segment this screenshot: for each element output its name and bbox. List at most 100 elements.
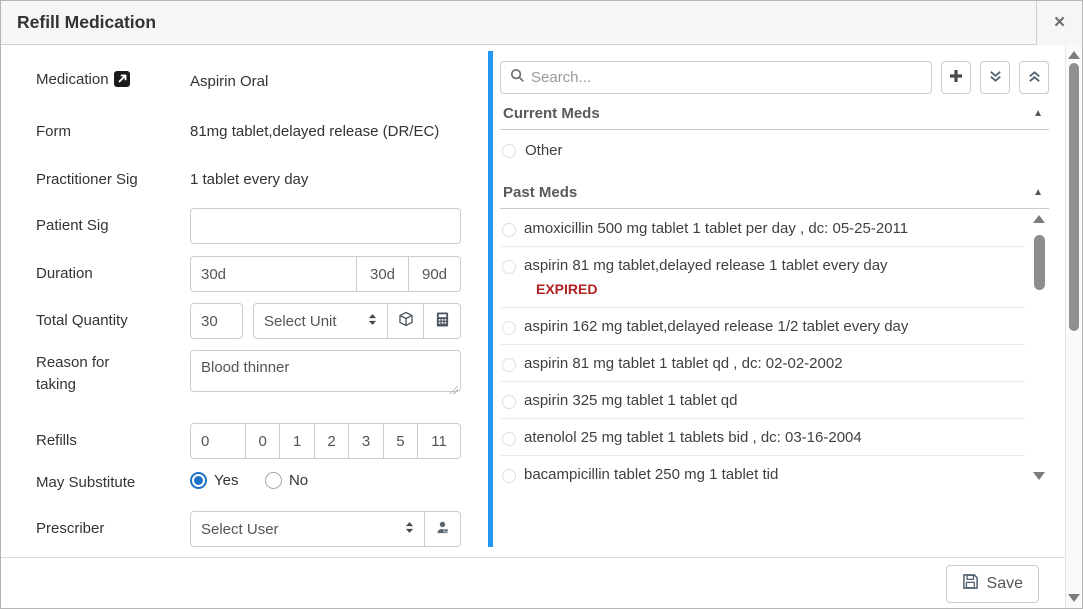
medication-history-panel: Current Meds ▲ Other Past Meds ▲ amoxici…: [488, 51, 1049, 547]
plus-icon: [948, 68, 964, 87]
radio-unchecked-icon: [502, 321, 516, 335]
radio-unchecked-icon: [265, 472, 282, 489]
form-value: 81mg tablet,delayed release (DR/EC): [190, 123, 439, 140]
scroll-up-arrow[interactable]: [1033, 215, 1045, 223]
past-med-item[interactable]: aspirin 325 mg tablet 1 tablet qd: [500, 382, 1025, 419]
search-row: [500, 61, 1049, 94]
duration-input[interactable]: [190, 256, 357, 292]
scroll-down-arrow[interactable]: [1068, 594, 1080, 602]
past-med-item[interactable]: aspirin 162 mg tablet,delayed release 1/…: [500, 308, 1025, 345]
search-input[interactable]: [531, 69, 922, 86]
radio-unchecked-icon: [502, 358, 516, 372]
total-quantity-input[interactable]: [190, 303, 243, 339]
refill-medication-dialog: Refill Medication × Medication Aspirin O…: [0, 0, 1083, 609]
scroll-up-arrow[interactable]: [1068, 51, 1080, 59]
form-row-form: Form 81mg tablet,delayed release (DR/EC): [36, 121, 461, 143]
radio-unchecked-icon: [502, 395, 516, 409]
may-substitute-label: May Substitute: [36, 472, 190, 494]
collapse-all-button[interactable]: [1019, 61, 1049, 94]
past-meds-header[interactable]: Past Meds ▲: [500, 175, 1049, 209]
total-quantity-label: Total Quantity: [36, 310, 190, 332]
dialog-header: Refill Medication ×: [1, 1, 1082, 45]
refills-preset-5-button[interactable]: 5: [383, 423, 418, 459]
form-row-practitioner-sig: Practitioner Sig 1 tablet every day: [36, 169, 461, 191]
scroll-down-arrow[interactable]: [1033, 472, 1045, 480]
substitute-yes-radio[interactable]: Yes: [190, 472, 238, 489]
search-icon: [510, 68, 525, 88]
refill-form: Medication Aspirin Oral Form 81mg tablet…: [36, 69, 461, 547]
radio-unchecked-icon: [502, 144, 516, 158]
add-medication-button[interactable]: [941, 61, 971, 94]
patient-sig-label: Patient Sig: [36, 215, 190, 237]
duration-preset-90d-button[interactable]: 90d: [408, 256, 461, 292]
save-button[interactable]: Save: [946, 565, 1039, 603]
radio-unchecked-icon: [502, 469, 516, 483]
form-row-total-quantity: Total Quantity Select Unit: [36, 303, 461, 339]
radio-unchecked-icon: [502, 260, 516, 274]
refills-preset-2-button[interactable]: 2: [314, 423, 349, 459]
duration-label: Duration: [36, 263, 190, 285]
select-caret-icon: [405, 521, 414, 538]
dialog-footer: Save: [1, 557, 1065, 608]
form-row-reason: Reason for taking Blood thinner: [36, 350, 461, 397]
radio-unchecked-icon: [502, 432, 516, 446]
package-lookup-button[interactable]: [387, 303, 424, 339]
chevron-double-up-icon: [1027, 69, 1042, 87]
refills-preset-1-button[interactable]: 1: [279, 423, 314, 459]
prescriber-select-value: Select User: [201, 521, 279, 538]
form-label: Form: [36, 121, 190, 143]
prescriber-lookup-button[interactable]: [424, 511, 461, 547]
refills-input[interactable]: [190, 423, 246, 459]
user-icon: [435, 520, 450, 539]
form-row-duration: Duration 30d 90d: [36, 256, 461, 292]
refills-preset-11-button[interactable]: 11: [417, 423, 461, 459]
expired-badge: EXPIRED: [536, 281, 888, 297]
close-button[interactable]: ×: [1036, 1, 1082, 45]
form-row-medication: Medication Aspirin Oral: [36, 69, 461, 94]
refills-label: Refills: [36, 430, 190, 452]
radio-checked-icon: [190, 472, 207, 489]
practitioner-sig-value: 1 tablet every day: [190, 171, 308, 188]
form-row-prescriber: Prescriber Select User: [36, 511, 461, 547]
duration-preset-30d-button[interactable]: 30d: [356, 256, 409, 292]
collapse-triangle-icon[interactable]: ▲: [1033, 108, 1043, 119]
radio-unchecked-icon: [502, 223, 516, 237]
collapse-triangle-icon[interactable]: ▲: [1033, 187, 1043, 198]
resize-grip-icon[interactable]: [449, 385, 458, 394]
medication-value: Aspirin Oral: [190, 73, 268, 90]
refills-preset-3-button[interactable]: 3: [348, 423, 383, 459]
past-med-item[interactable]: amoxicillin 500 mg tablet 1 tablet per d…: [500, 210, 1025, 247]
past-meds-scrollbar[interactable]: [1031, 212, 1048, 487]
scrollbar-thumb[interactable]: [1034, 235, 1045, 290]
prescriber-select[interactable]: Select User: [190, 511, 425, 547]
calculator-icon: [435, 312, 450, 331]
refills-preset-0-button[interactable]: 0: [245, 423, 280, 459]
reason-textarea[interactable]: Blood thinner: [190, 350, 461, 392]
practitioner-sig-label: Practitioner Sig: [36, 169, 190, 191]
external-link-icon[interactable]: [114, 71, 130, 94]
current-meds-header[interactable]: Current Meds ▲: [500, 96, 1049, 130]
cube-icon: [398, 311, 414, 331]
current-med-item-other[interactable]: Other: [500, 130, 1049, 172]
scrollbar-thumb[interactable]: [1069, 63, 1079, 331]
select-caret-icon: [368, 313, 377, 330]
substitute-no-radio[interactable]: No: [265, 472, 308, 489]
unit-select-value: Select Unit: [264, 313, 337, 330]
form-row-refills: Refills 0 1 2 3 5 11: [36, 423, 461, 459]
past-med-item[interactable]: atenolol 25 mg tablet 1 tablets bid , dc…: [500, 419, 1025, 456]
patient-sig-input[interactable]: [190, 208, 461, 244]
save-icon: [962, 573, 979, 595]
expand-all-button[interactable]: [980, 61, 1010, 94]
dialog-scrollbar[interactable]: [1065, 45, 1082, 608]
form-row-may-substitute: May Substitute Yes No: [36, 472, 461, 494]
past-med-item[interactable]: aspirin 81 mg tablet 1 tablet qd , dc: 0…: [500, 345, 1025, 382]
reason-label: Reason for taking: [36, 352, 190, 396]
past-med-item[interactable]: aspirin 81 mg tablet,delayed release 1 t…: [500, 247, 1025, 308]
search-box[interactable]: [500, 61, 932, 94]
unit-select[interactable]: Select Unit: [253, 303, 388, 339]
dialog-title: Refill Medication: [1, 12, 1036, 33]
past-med-item[interactable]: bacampicillin tablet 250 mg 1 tablet tid: [500, 456, 1025, 487]
calculator-button[interactable]: [423, 303, 461, 339]
chevron-double-down-icon: [988, 69, 1003, 87]
form-row-patient-sig: Patient Sig: [36, 208, 461, 244]
